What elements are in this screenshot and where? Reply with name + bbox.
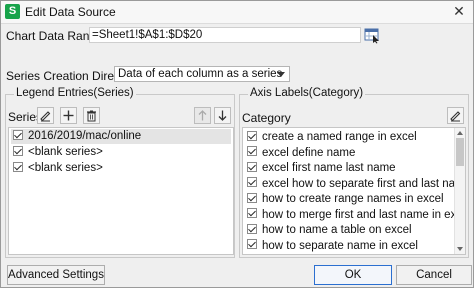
trash-icon: [87, 110, 96, 122]
checkbox[interactable]: [247, 223, 257, 234]
range-select-button[interactable]: [363, 26, 381, 44]
dialog-title: Edit Data Source: [25, 5, 116, 19]
checkbox[interactable]: [247, 161, 257, 172]
plus-icon: [63, 110, 74, 121]
category-label: Category: [242, 111, 291, 125]
pencil-icon: [40, 111, 51, 122]
checkbox[interactable]: [247, 239, 257, 250]
list-item[interactable]: excel define name: [245, 146, 355, 161]
checkbox[interactable]: [247, 208, 257, 219]
cancel-button[interactable]: Cancel: [396, 265, 472, 285]
list-item[interactable]: 2016/2019/mac/online: [11, 129, 231, 144]
edit-data-source-dialog: S Edit Data Source ✕ Chart Data Range: =…: [0, 0, 474, 288]
list-item[interactable]: excel first name last name: [245, 161, 396, 176]
delete-series-button[interactable]: [83, 107, 100, 124]
axis-labels-title: Axis Labels(Category): [248, 87, 366, 99]
checkbox[interactable]: [247, 177, 257, 188]
chart-data-range-input[interactable]: =Sheet1!$A$1:$D$20: [89, 27, 361, 43]
edit-series-button[interactable]: [37, 107, 54, 124]
range-picker-icon: [364, 28, 379, 44]
list-item[interactable]: create a named range in excel: [245, 130, 417, 145]
checkbox[interactable]: [247, 130, 257, 141]
arrow-up-icon: [198, 110, 207, 121]
scroll-up-icon[interactable]: [457, 131, 463, 135]
axis-category-list: create a named range in excel excel defi…: [242, 127, 466, 255]
scroll-down-icon[interactable]: [457, 247, 463, 251]
vertical-scrollbar[interactable]: [454, 128, 465, 254]
chevron-down-icon: [277, 72, 285, 77]
ok-button[interactable]: OK: [314, 265, 392, 285]
app-icon: S: [5, 4, 20, 19]
move-up-button[interactable]: [194, 107, 211, 124]
checkbox[interactable]: [13, 129, 23, 140]
close-icon[interactable]: ✕: [451, 3, 467, 19]
arrow-down-icon: [218, 110, 227, 121]
series-direction-select[interactable]: Data of each column as a series: [114, 66, 290, 82]
list-item[interactable]: how to separate name in excel: [245, 239, 418, 254]
checkbox[interactable]: [13, 161, 23, 172]
checkbox[interactable]: [247, 192, 257, 203]
title-bar: S Edit Data Source ✕: [1, 1, 473, 24]
move-down-button[interactable]: [214, 107, 231, 124]
legend-entries-title: Legend Entries(Series): [14, 87, 136, 99]
pencil-icon: [450, 111, 461, 122]
checkbox[interactable]: [13, 145, 23, 156]
scroll-thumb[interactable]: [456, 138, 464, 166]
list-item[interactable]: <blank series>: [11, 145, 103, 160]
series-direction-value: Data of each column as a series: [118, 68, 283, 80]
add-series-button[interactable]: [60, 107, 77, 124]
advanced-settings-button[interactable]: Advanced Settings >>: [7, 265, 105, 288]
list-item[interactable]: <blank series>: [11, 161, 103, 176]
legend-series-list: 2016/2019/mac/online <blank series> <bla…: [8, 127, 234, 255]
list-item[interactable]: how to create range names in excel: [245, 192, 444, 207]
checkbox[interactable]: [247, 146, 257, 157]
list-item[interactable]: how to merge first and last name in exce…: [245, 208, 465, 223]
list-item[interactable]: how to name a table on excel: [245, 223, 412, 238]
list-item[interactable]: excel how to separate first and last nam…: [245, 177, 465, 192]
edit-category-button[interactable]: [447, 107, 464, 124]
